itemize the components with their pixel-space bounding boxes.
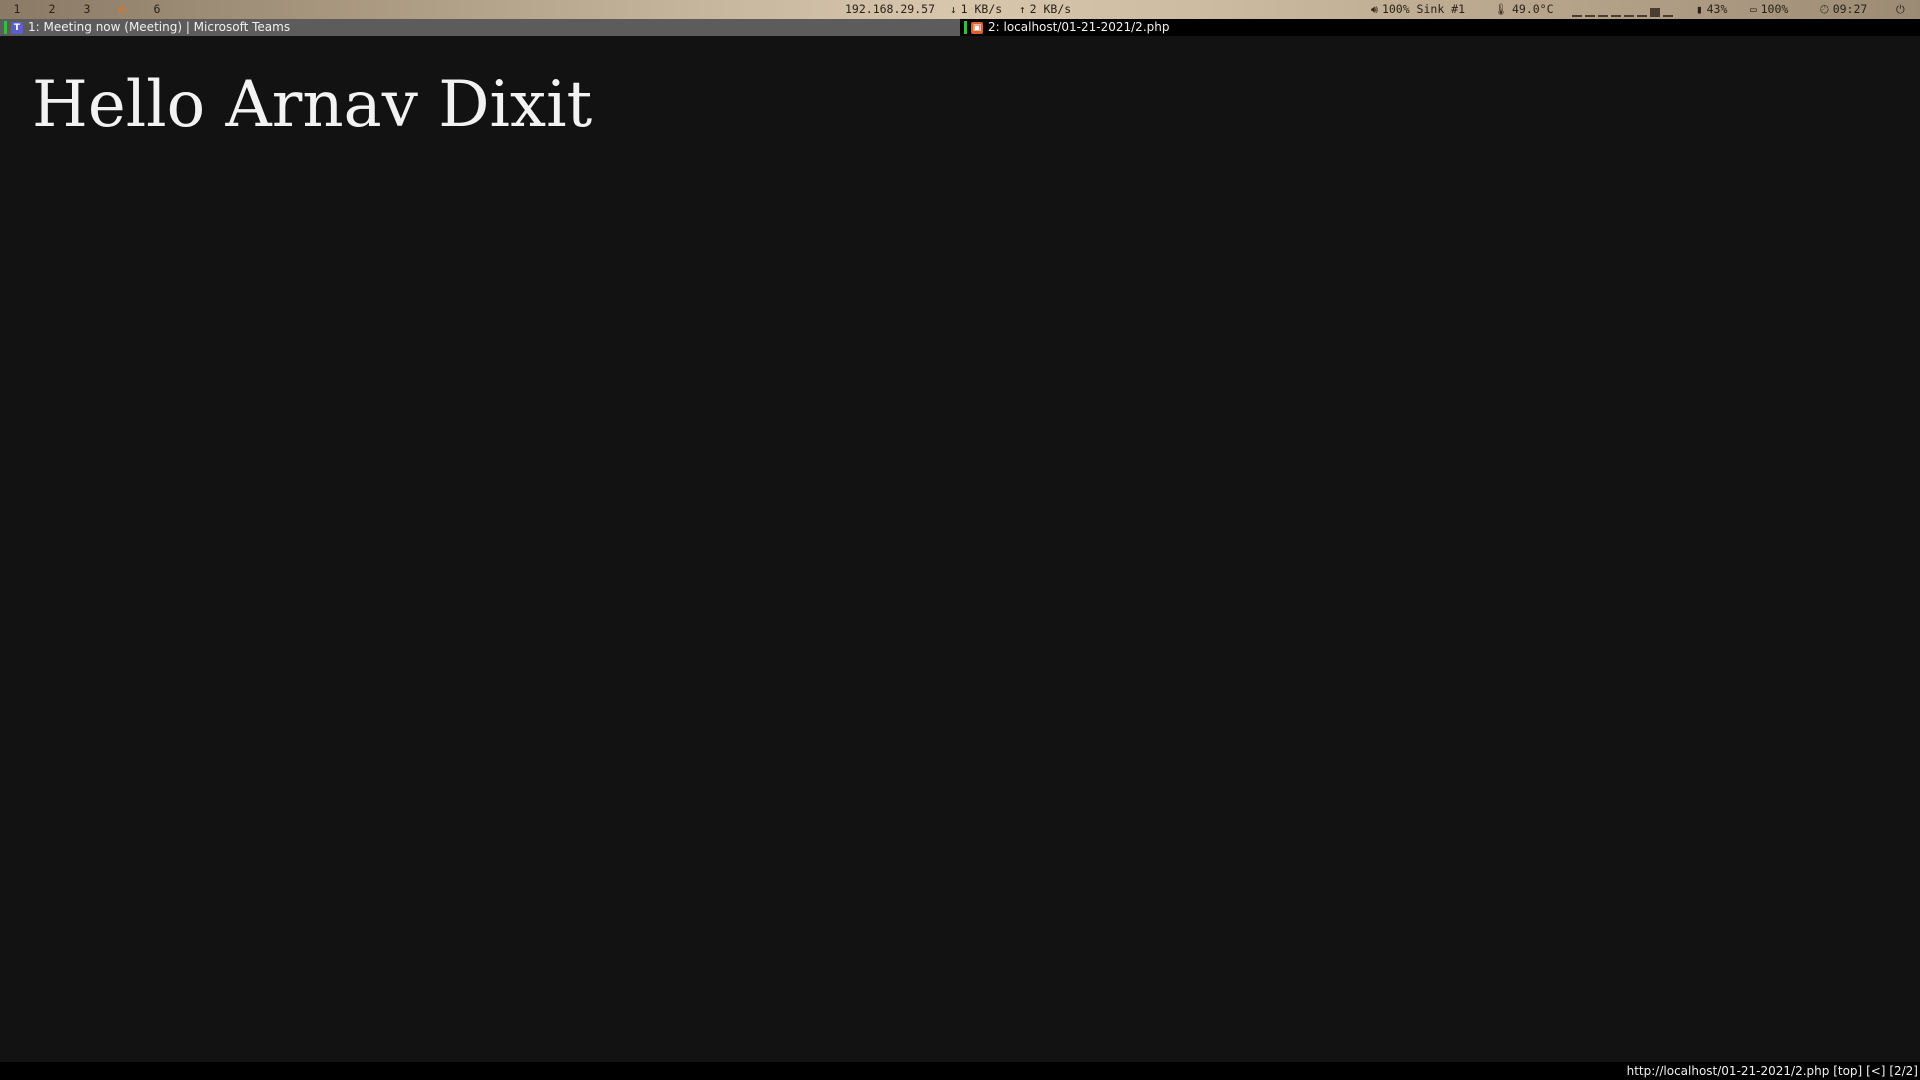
status-right: http://localhost/01-21-2021/2.php [top] … <box>1627 1062 1918 1080</box>
workspace-6[interactable]: 6 <box>149 0 165 19</box>
workspace-2[interactable]: 2 <box>44 0 60 19</box>
cpu-bar <box>1585 15 1595 17</box>
cpu-bar <box>1598 15 1608 17</box>
ip-address: 192.168.29.57 <box>845 2 936 16</box>
cpu-usage-graph <box>1572 5 1680 17</box>
memory-indicator: ▮ 43% <box>1696 0 1727 19</box>
temperature-indicator: 🌡︎ 49.0°C <box>1494 0 1554 19</box>
memory-icon: ▮ <box>1696 3 1703 16</box>
power-icon: ⏻ <box>1896 3 1905 16</box>
status-url: http://localhost/01-21-2021/2.php <box>1626 1064 1830 1078</box>
greeting-heading: Hello Arnav Dixit <box>32 68 593 142</box>
tab-audio-indicator <box>4 21 7 34</box>
power-button[interactable]: ⏻ <box>1896 0 1905 19</box>
browser-status-line: http://localhost/01-21-2021/2.php [top] … <box>0 1062 1920 1080</box>
battery-icon: ▭ <box>1750 3 1757 16</box>
workspace-3[interactable]: 3 <box>79 0 95 19</box>
tab-localhost-php[interactable]: ▣ 2: localhost/01-21-2021/2.php <box>960 19 1920 36</box>
battery-indicator: ▭ 100% <box>1750 0 1788 19</box>
workspace-4[interactable]: 4 <box>114 0 130 19</box>
status-history: [<] <box>1866 1064 1886 1078</box>
system-status-bar: 1 2 3 4 6 192.168.29.57 ↓ 1 KB/s ↑ 2 KB/… <box>0 0 1920 19</box>
php-icon: ▣ <box>971 21 983 34</box>
browser-tab-bar: T 1: Meeting now (Meeting) | Microsoft T… <box>0 19 1920 36</box>
thermometer-icon: 🌡︎ <box>1494 3 1508 16</box>
tab-microsoft-teams[interactable]: T 1: Meeting now (Meeting) | Microsoft T… <box>0 19 960 36</box>
workspace-1[interactable]: 1 <box>9 0 25 19</box>
tab-label: 1: Meeting now (Meeting) | Microsoft Tea… <box>28 20 291 34</box>
tab-active-indicator <box>964 21 967 34</box>
teams-icon: T <box>11 21 23 34</box>
cpu-bar <box>1624 15 1634 17</box>
clock-icon: 🕘︎ <box>1820 3 1829 16</box>
cpu-bar <box>1572 15 1582 17</box>
status-scroll: [top] <box>1833 1064 1863 1078</box>
clock[interactable]: 🕘︎ 09:27 <box>1820 0 1867 19</box>
download-rate: ↓ 1 KB/s <box>950 0 1002 19</box>
page-content: Hello Arnav Dixit <box>0 36 1920 1062</box>
speaker-icon: 🔊︎ <box>1371 3 1378 16</box>
cpu-bar <box>1637 15 1647 17</box>
status-tab-index: [2/2] <box>1889 1064 1918 1078</box>
tab-label: 2: localhost/01-21-2021/2.php <box>988 20 1170 34</box>
arrow-up-icon: ↑ <box>1019 3 1026 16</box>
cpu-bar <box>1663 15 1673 17</box>
arrow-down-icon: ↓ <box>950 3 957 16</box>
upload-rate: ↑ 2 KB/s <box>1019 0 1071 19</box>
volume-indicator[interactable]: 🔊︎ 100% Sink #1 <box>1371 0 1465 19</box>
cpu-bar <box>1611 15 1621 17</box>
cpu-bar <box>1650 8 1660 17</box>
